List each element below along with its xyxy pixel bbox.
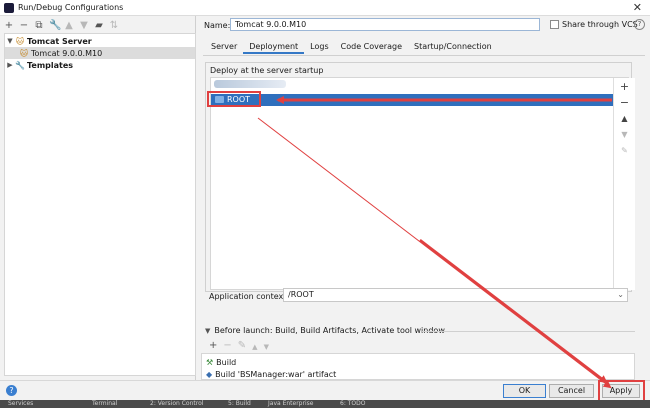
name-label: Name: [204, 21, 231, 30]
config-tree-panel: + − ⧉ 🔧 ▲ ▼ ▰ ⇅ ▼ 🐱 Tomcat Server 🐱 Tomc… [0, 16, 196, 380]
tree-item-tomcat-server[interactable]: ▼ 🐱 Tomcat Server [5, 35, 195, 47]
window-title: Run/Debug Configurations [18, 3, 124, 12]
blurred-artifact-row[interactable] [214, 80, 286, 88]
tab-startup-connection[interactable]: Startup/Connection [408, 40, 498, 54]
application-context-value: /ROOT [288, 290, 314, 299]
tab-server[interactable]: Server [205, 40, 243, 54]
collapse-arrow-icon[interactable]: ▶ [5, 61, 15, 69]
status-tab-build[interactable]: 5: Build [228, 400, 251, 408]
apply-highlight-box [598, 380, 645, 402]
ide-status-bar: Services Terminal 2: Version Control 5: … [0, 400, 650, 408]
help-button[interactable]: ? [6, 385, 17, 396]
name-input[interactable]: Tomcat 9.0.0.M10 [230, 18, 540, 31]
help-icon[interactable]: ? [634, 19, 645, 30]
before-launch-divider [422, 331, 635, 332]
deployment-toolbar: + − ▲ ▼ ✎ [613, 78, 635, 290]
before-launch-item-build[interactable]: ⚒ Build [206, 356, 236, 368]
chevron-down-icon: ⌄ [617, 290, 624, 299]
expand-arrow-icon[interactable]: ▼ [205, 327, 210, 335]
deployment-item-root[interactable]: ROOT [211, 94, 613, 106]
tree-item-tomcat-config[interactable]: 🐱 Tomcat 9.0.0.M10 [5, 47, 195, 59]
wrench-icon[interactable]: 🔧 [49, 20, 61, 32]
status-tab-services[interactable]: Services [8, 400, 33, 408]
root-highlight-box [207, 91, 261, 107]
config-tree: ▼ 🐱 Tomcat Server 🐱 Tomcat 9.0.0.M10 ▶ 🔧… [4, 33, 196, 376]
before-launch-title: Before launch: Build, Build Artifacts, A… [214, 326, 445, 335]
add-icon[interactable]: + [618, 80, 632, 94]
before-launch-list: ⚒ Build ◆ Build 'BSManager:war' artifact [201, 353, 635, 380]
edit-icon[interactable]: ✎ [238, 340, 246, 354]
config-detail-panel: Name: Tomcat 9.0.0.M10 Share through VCS… [197, 16, 650, 380]
move-down-icon[interactable]: ▼ [618, 128, 632, 142]
deployment-panel: Deploy at the server startup ROOT [205, 62, 632, 292]
app-icon [4, 3, 14, 13]
share-vcs-label: Share through VCS [562, 20, 638, 29]
move-up-icon[interactable]: ▲ [618, 112, 632, 126]
application-context-select[interactable]: /ROOT ⌄ [283, 288, 628, 302]
tab-code-coverage[interactable]: Code Coverage [335, 40, 408, 54]
expand-arrow-icon[interactable]: ▼ [5, 37, 15, 45]
cancel-button[interactable]: Cancel [549, 384, 594, 398]
status-tab-version-control[interactable]: 2: Version Control [150, 400, 203, 408]
tree-item-label: Templates [27, 60, 74, 70]
status-tab-java-enterprise[interactable]: Java Enterprise [268, 400, 313, 408]
move-up-icon[interactable]: ▲ [64, 20, 74, 32]
tree-item-label: Tomcat 9.0.0.M10 [31, 48, 103, 58]
tomcat-icon: 🐱 [19, 48, 29, 58]
move-up-icon[interactable]: ▲ [252, 340, 257, 354]
dialog-button-bar: ? OK Cancel Apply [0, 380, 650, 400]
tomcat-icon: 🐱 [15, 36, 25, 46]
tab-bar: Server Deployment Logs Code Coverage Sta… [205, 40, 498, 54]
tree-toolbar: + − ⧉ 🔧 ▲ ▼ ▰ ⇅ [4, 19, 119, 33]
move-down-icon[interactable]: ▼ [264, 340, 269, 354]
remove-icon[interactable]: − [618, 96, 632, 110]
deployment-list[interactable]: ROOT [210, 77, 629, 290]
artifact-icon: ◆ [206, 369, 213, 379]
add-icon[interactable]: + [209, 340, 217, 354]
remove-icon[interactable]: − [223, 340, 231, 354]
application-context-label: Application context: [209, 292, 290, 301]
list-item-label: Build [216, 357, 237, 367]
edit-icon[interactable]: ✎ [618, 144, 632, 158]
title-bar: Run/Debug Configurations ✕ [0, 0, 650, 16]
build-icon: ⚒ [206, 357, 214, 367]
ok-button[interactable]: OK [503, 384, 546, 398]
tree-item-label: Tomcat Server [27, 36, 92, 46]
remove-icon[interactable]: − [19, 20, 29, 32]
tree-item-templates[interactable]: ▶ 🔧 Templates [5, 59, 195, 71]
wrench-icon: 🔧 [15, 60, 25, 70]
before-launch-header[interactable]: ▼ Before launch: Build, Build Artifacts,… [205, 326, 445, 335]
list-item-label: Build 'BSManager:war' artifact [215, 369, 337, 379]
tab-divider [203, 55, 645, 56]
before-launch-toolbar: + − ✎ ▲ ▼ [209, 340, 269, 354]
sort-icon[interactable]: ⇅ [109, 20, 119, 32]
before-launch-item-artifact[interactable]: ◆ Build 'BSManager:war' artifact [206, 368, 336, 380]
copy-icon[interactable]: ⧉ [34, 20, 44, 32]
tab-deployment[interactable]: Deployment [243, 40, 305, 54]
tab-logs[interactable]: Logs [304, 40, 334, 54]
deploy-section-title: Deploy at the server startup [210, 66, 324, 75]
status-tab-todo[interactable]: 6: TODO [340, 400, 365, 408]
add-icon[interactable]: + [4, 20, 14, 32]
move-down-icon[interactable]: ▼ [79, 20, 89, 32]
share-vcs-checkbox[interactable] [550, 20, 559, 29]
close-icon[interactable]: ✕ [633, 1, 642, 14]
folder-icon[interactable]: ▰ [94, 20, 104, 32]
status-tab-terminal[interactable]: Terminal [92, 400, 117, 408]
